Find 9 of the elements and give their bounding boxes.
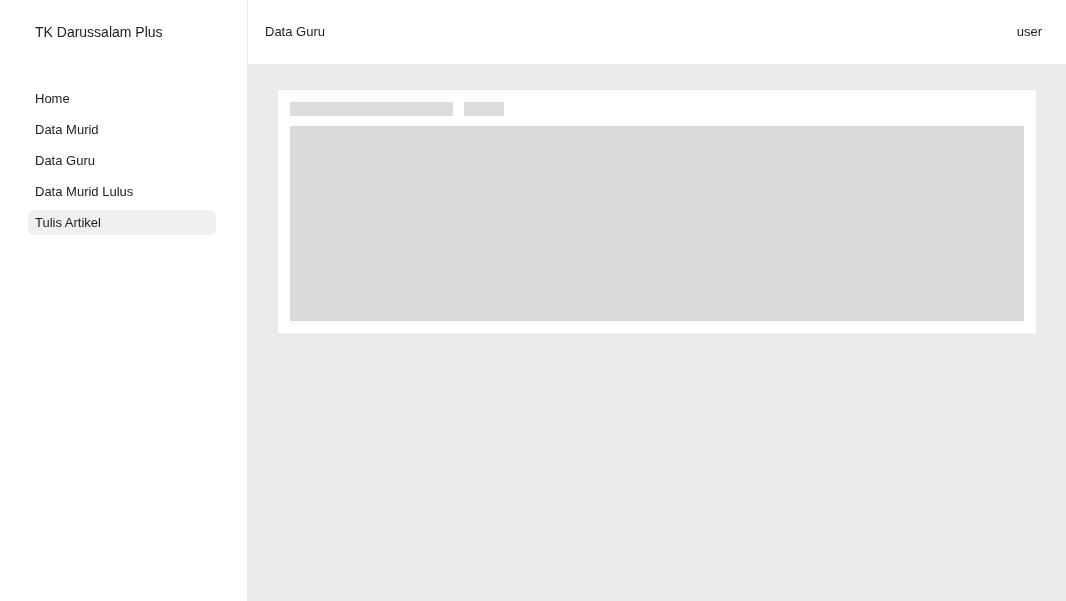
app-title: TK Darussalam Plus — [35, 22, 163, 42]
user-name[interactable]: user — [1016, 22, 1042, 42]
sidebar-item[interactable]: Home — [28, 86, 216, 111]
sidebar-item[interactable]: Data Guru — [28, 148, 216, 173]
sidebar-item[interactable]: Data Murid Lulus — [28, 179, 216, 204]
sidebar-item[interactable]: Data Murid — [28, 117, 216, 142]
sidebar-item[interactable]: Tulis Artikel — [28, 210, 216, 235]
skeleton-bar — [464, 102, 504, 116]
page-title: Data Guru — [265, 23, 325, 42]
